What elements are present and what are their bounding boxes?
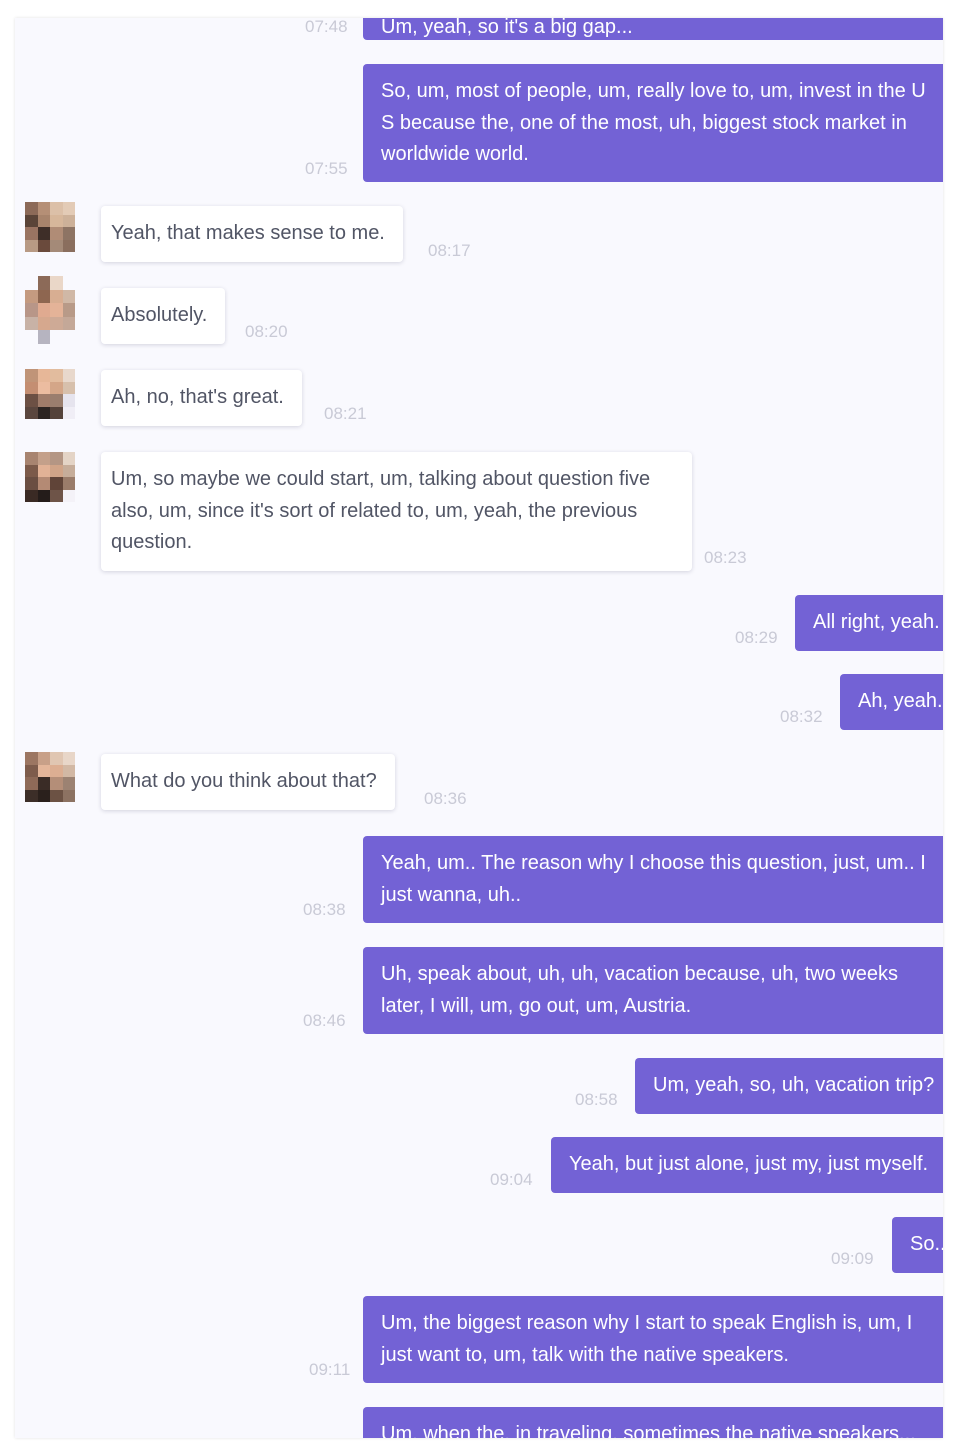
message-timestamp: 08:23 bbox=[704, 548, 747, 567]
incoming-message: Um, so maybe we could start, um, talking… bbox=[101, 452, 692, 571]
message-timestamp: 07:55 bbox=[305, 159, 348, 178]
outgoing-message: Um, when the, in traveling, sometimes th… bbox=[363, 1407, 943, 1438]
message-timestamp: 09:04 bbox=[490, 1170, 533, 1189]
outgoing-message: Um, yeah, so, uh, vacation trip? bbox=[635, 1058, 943, 1114]
outgoing-message: Yeah, but just alone, just my, just myse… bbox=[551, 1137, 943, 1193]
message-timestamp: 08:17 bbox=[428, 241, 471, 260]
message-text: Um, yeah, so, uh, vacation trip? bbox=[653, 1074, 935, 1096]
message-text: Um, so maybe we could start, um, talking… bbox=[111, 468, 651, 553]
message-text: Uh, speak about, uh, uh, vacation becaus… bbox=[381, 963, 898, 1017]
message-text: Ah, yeah. bbox=[858, 690, 943, 712]
incoming-message: Yeah, that makes sense to me. bbox=[101, 206, 403, 262]
message-timestamp: 08:58 bbox=[575, 1090, 618, 1109]
outgoing-message: Yeah, um.. The reason why I choose this … bbox=[363, 836, 943, 923]
message-timestamp: 08:20 bbox=[245, 322, 288, 341]
outgoing-message: All right, yeah. bbox=[795, 595, 943, 651]
message-text: Ah, no, that's great. bbox=[111, 386, 284, 408]
message-text: Absolutely. bbox=[111, 304, 208, 326]
message-text: Um, yeah, so it's a big gap... bbox=[381, 18, 633, 38]
pixelated-avatar-icon bbox=[25, 202, 75, 252]
incoming-message: Absolutely. bbox=[101, 288, 226, 344]
message-timestamp: 08:32 bbox=[780, 707, 823, 726]
incoming-message: Ah, no, that's great. bbox=[101, 370, 302, 426]
pixelated-avatar-icon bbox=[25, 752, 75, 802]
message-timestamp: 08:29 bbox=[735, 628, 778, 647]
message-text: What do you think about that? bbox=[111, 770, 377, 792]
message-timestamp: 08:38 bbox=[303, 900, 346, 919]
message-text: Um, the biggest reason why I start to sp… bbox=[381, 1312, 913, 1366]
message-timestamp: 09:09 bbox=[831, 1249, 874, 1268]
message-text: All right, yeah. bbox=[813, 611, 940, 633]
outgoing-message: Ah, yeah. bbox=[840, 674, 943, 730]
outgoing-message: So.. bbox=[892, 1217, 943, 1273]
message-text: So, um, most of people, um, really love … bbox=[381, 80, 926, 165]
message-timestamp: 08:21 bbox=[324, 404, 367, 423]
incoming-message: What do you think about that? bbox=[101, 754, 395, 810]
pixelated-avatar-icon bbox=[25, 276, 75, 344]
message-text: Yeah, that makes sense to me. bbox=[111, 222, 385, 244]
message-timestamp: 08:46 bbox=[303, 1011, 346, 1030]
outgoing-message: Uh, speak about, uh, uh, vacation becaus… bbox=[363, 947, 943, 1034]
message-timestamp: 08:36 bbox=[424, 789, 467, 808]
message-text: Yeah, um.. The reason why I choose this … bbox=[381, 852, 926, 906]
outgoing-message: So, um, most of people, um, really love … bbox=[363, 64, 943, 182]
pixelated-avatar-icon bbox=[25, 452, 75, 502]
pixelated-avatar-icon bbox=[25, 369, 75, 419]
message-text: Yeah, but just alone, just my, just myse… bbox=[569, 1153, 929, 1175]
chat-transcript[interactable]: Um, yeah, so it's a big gap... 07:48 So,… bbox=[15, 18, 943, 1438]
outgoing-message: Um, yeah, so it's a big gap... bbox=[363, 18, 943, 40]
message-text: So.. bbox=[910, 1233, 943, 1255]
message-timestamp: 09:11 bbox=[309, 1360, 351, 1379]
message-text: Um, when the, in traveling, sometimes th… bbox=[381, 1423, 916, 1438]
outgoing-message: Um, the biggest reason why I start to sp… bbox=[363, 1296, 943, 1383]
message-timestamp: 07:48 bbox=[305, 18, 348, 36]
